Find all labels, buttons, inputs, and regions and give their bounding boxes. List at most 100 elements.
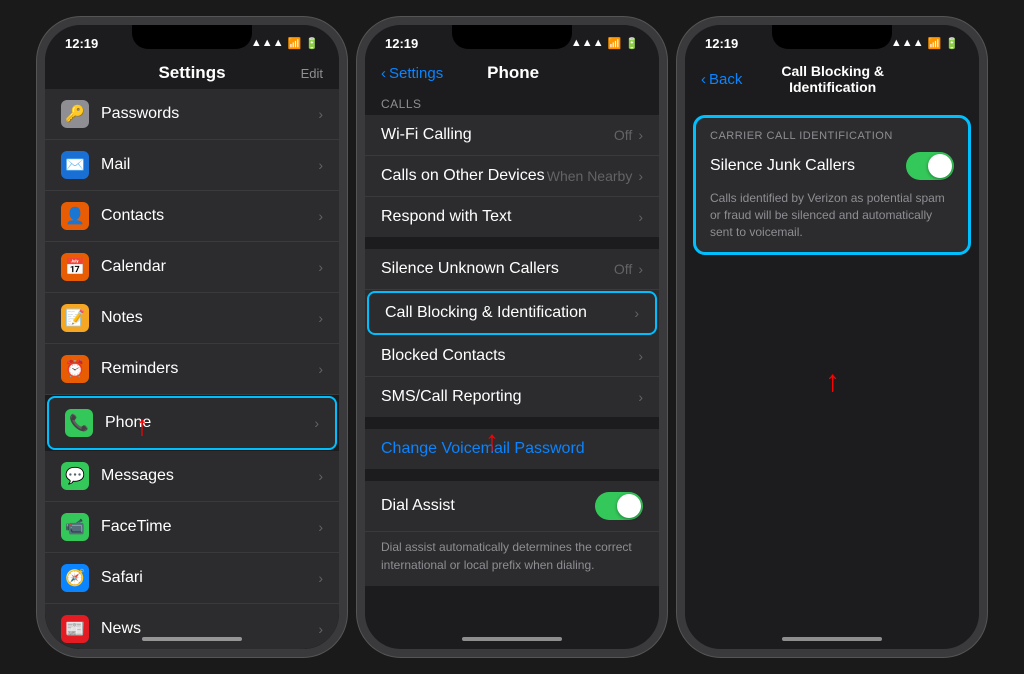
list-item-news[interactable]: 📰 News › <box>45 604 339 649</box>
carrier-section: CARRIER CALL IDENTIFICATION Silence Junk… <box>693 115 971 255</box>
list-item-contacts[interactable]: 👤 Contacts › <box>45 191 339 242</box>
list-item-facetime[interactable]: 📹 FaceTime › <box>45 502 339 553</box>
contacts-label: Contacts <box>101 207 318 225</box>
calls-other-label: Calls on Other Devices <box>381 167 547 185</box>
battery-icon-3: 🔋 <box>945 37 959 50</box>
passwords-label: Passwords <box>101 105 318 123</box>
call-blocking-label: Call Blocking & Identification <box>385 304 634 322</box>
phones-container: 12:19 ▲▲▲ 📶 🔋 Settings Edit 🔑 Passwords … <box>27 7 997 667</box>
carrier-label: CARRIER CALL IDENTIFICATION <box>710 130 954 142</box>
list-item-blocked-contacts[interactable]: Blocked Contacts › <box>365 336 659 377</box>
list-item-messages[interactable]: 💬 Messages › <box>45 451 339 502</box>
signal-icon-2: ▲▲▲ <box>571 37 604 49</box>
chevron-left-icon-2: ‹ <box>381 65 386 82</box>
messages-icon: 💬 <box>61 462 89 490</box>
time-1: 12:19 <box>65 36 98 51</box>
arrow-1: ↑ <box>135 410 149 442</box>
contacts-icon: 👤 <box>61 202 89 230</box>
wifi-icon-2: 📶 <box>608 37 622 50</box>
list-item-calendar[interactable]: 📅 Calendar › <box>45 242 339 293</box>
wifi-calling-label: Wi-Fi Calling <box>381 126 614 144</box>
back-label-3: Back <box>709 71 742 88</box>
list-item-calls-other[interactable]: Calls on Other Devices When Nearby › <box>365 156 659 197</box>
silence-unknown-value: Off <box>614 261 632 277</box>
list-item-silence-unknown[interactable]: Silence Unknown Callers Off › <box>365 249 659 290</box>
list-item-change-voicemail[interactable]: Change Voicemail Password <box>365 429 659 469</box>
phone-icon: 📞 <box>65 409 93 437</box>
list-item-reminders[interactable]: ⏰ Reminders › <box>45 344 339 395</box>
silence-unknown-label: Silence Unknown Callers <box>381 260 614 278</box>
calls-section-header: CALLS <box>365 89 659 115</box>
phone-2: 12:19 ▲▲▲ 📶 🔋 ‹ Settings Phone CALLS <box>357 17 667 657</box>
status-icons-2: ▲▲▲ 📶 🔋 <box>571 37 639 50</box>
mail-label: Mail <box>101 156 318 174</box>
list-item-mail[interactable]: ✉️ Mail › <box>45 140 339 191</box>
nav-bar-3: ‹ Back Call Blocking & Identification <box>685 57 979 101</box>
blocked-contacts-label: Blocked Contacts <box>381 347 638 365</box>
list-item-phone[interactable]: 📞 Phone › <box>47 396 337 450</box>
safari-label: Safari <box>101 569 318 587</box>
list-item-passwords[interactable]: 🔑 Passwords › <box>45 89 339 140</box>
sms-reporting-label: SMS/Call Reporting <box>381 388 638 406</box>
messages-label: Messages <box>101 467 318 485</box>
carrier-row: Silence Junk Callers <box>710 152 954 180</box>
reminders-icon: ⏰ <box>61 355 89 383</box>
screen-title-2: Phone <box>443 63 583 83</box>
chevron-left-icon-3: ‹ <box>701 71 706 88</box>
calls-group: Wi-Fi Calling Off › Calls on Other Devic… <box>365 115 659 237</box>
time-3: 12:19 <box>705 36 738 51</box>
wifi-icon-3: 📶 <box>928 37 942 50</box>
phone-3: 12:19 ▲▲▲ 📶 🔋 ‹ Back Call Blocking & Ide… <box>677 17 987 657</box>
signal-icon: ▲▲▲ <box>251 37 284 49</box>
settings-list: 🔑 Passwords › ✉️ Mail › 👤 Contacts › 📅 C… <box>45 89 339 649</box>
arrow-3: ↑ <box>825 365 840 399</box>
news-icon: 📰 <box>61 615 89 643</box>
dial-assist-label: Dial Assist <box>381 497 595 515</box>
home-indicator-2 <box>462 637 562 641</box>
home-indicator-1 <box>142 637 242 641</box>
silence-junk-knob <box>928 154 952 178</box>
phone-1: 12:19 ▲▲▲ 📶 🔋 Settings Edit 🔑 Passwords … <box>37 17 347 657</box>
signal-icon-3: ▲▲▲ <box>891 37 924 49</box>
silence-junk-toggle[interactable] <box>906 152 954 180</box>
list-item-notes[interactable]: 📝 Notes › <box>45 293 339 344</box>
home-indicator-3 <box>782 637 882 641</box>
list-item-respond-text[interactable]: Respond with Text › <box>365 197 659 237</box>
status-icons-3: ▲▲▲ 📶 🔋 <box>891 37 959 50</box>
list-item-dial-assist[interactable]: Dial Assist <box>365 481 659 532</box>
battery-icon-2: 🔋 <box>625 37 639 50</box>
reminders-label: Reminders <box>101 360 318 378</box>
wifi-icon: 📶 <box>288 37 302 50</box>
mail-icon: ✉️ <box>61 151 89 179</box>
respond-text-label: Respond with Text <box>381 208 638 226</box>
back-button-2[interactable]: ‹ Settings <box>381 65 443 82</box>
list-item-call-blocking[interactable]: Call Blocking & Identification › <box>367 291 657 335</box>
notch-2 <box>452 25 572 49</box>
facetime-icon: 📹 <box>61 513 89 541</box>
notch-3 <box>772 25 892 49</box>
wifi-calling-value: Off <box>614 127 632 143</box>
status-icons-1: ▲▲▲ 📶 🔋 <box>251 37 319 50</box>
screen-title-1: Settings <box>121 63 263 83</box>
list-item-sms-reporting[interactable]: SMS/Call Reporting › <box>365 377 659 417</box>
notch-1 <box>132 25 252 49</box>
nav-bar-1: Settings Edit <box>45 57 339 89</box>
voicemail-group: Change Voicemail Password <box>365 429 659 469</box>
nav-bar-2: ‹ Settings Phone <box>365 57 659 89</box>
back-button-3[interactable]: ‹ Back <box>701 71 742 88</box>
facetime-label: FaceTime <box>101 518 318 536</box>
safari-icon: 🧭 <box>61 564 89 592</box>
time-2: 12:19 <box>385 36 418 51</box>
dial-assist-desc: Dial assist automatically determines the… <box>381 540 632 572</box>
list-item-safari[interactable]: 🧭 Safari › <box>45 553 339 604</box>
list-item-wifi-calling[interactable]: Wi-Fi Calling Off › <box>365 115 659 156</box>
back-label-2: Settings <box>389 65 443 82</box>
notes-label: Notes <box>101 309 318 327</box>
toggle-knob <box>617 494 641 518</box>
news-label: News <box>101 620 318 638</box>
calls-other-value: When Nearby <box>547 168 633 184</box>
battery-icon: 🔋 <box>305 37 319 50</box>
notes-icon: 📝 <box>61 304 89 332</box>
passwords-icon: 🔑 <box>61 100 89 128</box>
dial-assist-toggle[interactable] <box>595 492 643 520</box>
